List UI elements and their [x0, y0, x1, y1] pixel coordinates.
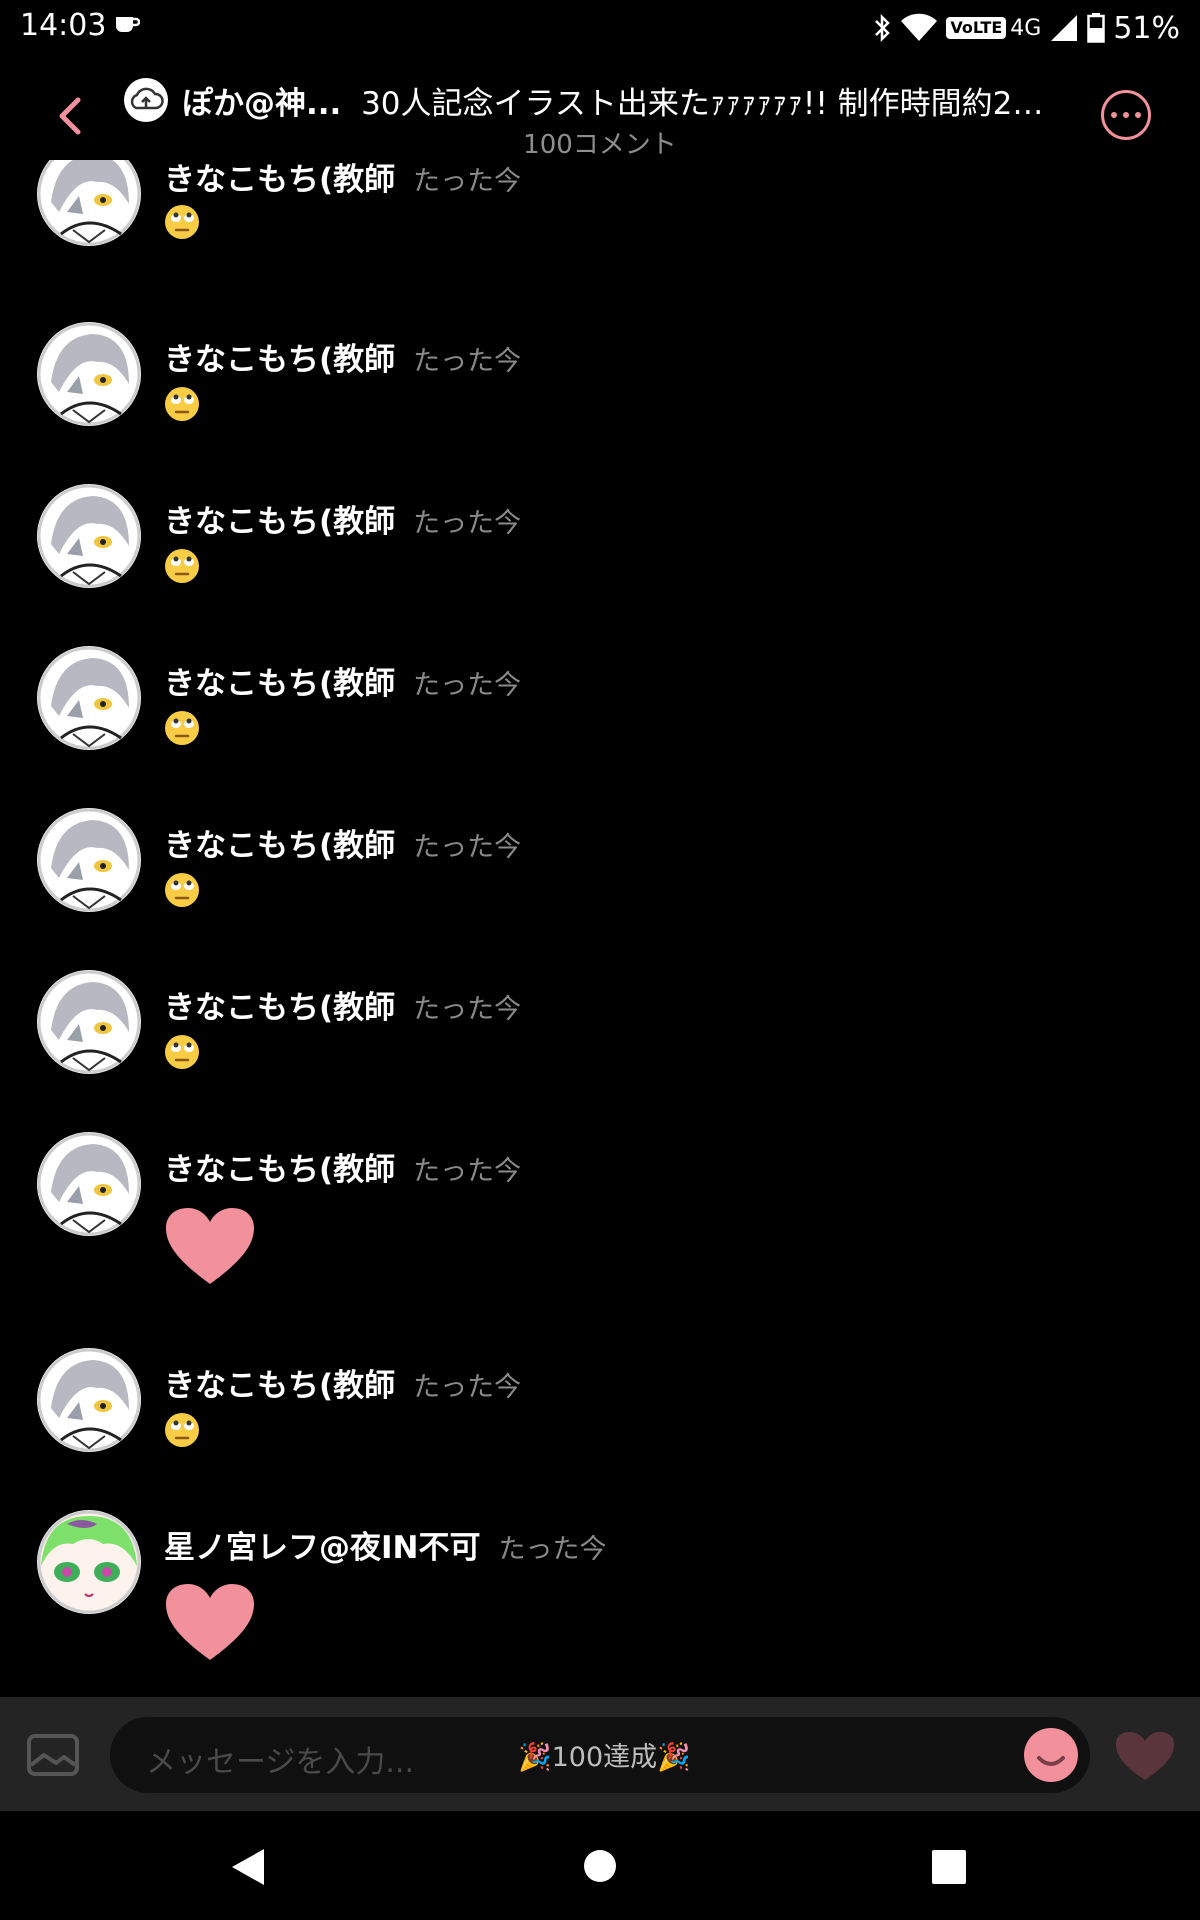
- message-author[interactable]: きなこもち(教師 たった今: [164, 334, 521, 379]
- status-bar: 14:03 VoLTE 4G 51%: [0, 0, 1200, 56]
- room-avatar[interactable]: [124, 78, 168, 122]
- home-circle-icon[interactable]: [584, 1850, 616, 1882]
- chat-header: ぽか@神... 30人記念イラスト出来たｧｧｧｧｧｧ!! 制作時間約2時... …: [0, 56, 1200, 160]
- system-nav-bar: [0, 1811, 1200, 1920]
- user-avatar[interactable]: [37, 1348, 141, 1452]
- message-author[interactable]: きなこもち(教師 たった今: [164, 496, 521, 541]
- gray-hair-avatar-image: [37, 808, 141, 912]
- recents-square-icon[interactable]: [932, 1850, 966, 1884]
- more-options-icon[interactable]: [1101, 90, 1151, 140]
- green-hair-avatar-image: [37, 1510, 141, 1614]
- eye-roll-emoji: [165, 387, 199, 421]
- battery-percent: 51%: [1113, 10, 1180, 46]
- message-author[interactable]: きなこもち(教師 たった今: [164, 1144, 521, 1189]
- gray-hair-avatar-image: [37, 646, 141, 750]
- message-time: たった今: [413, 508, 522, 539]
- cloud-icon: [130, 87, 164, 110]
- gray-hair-avatar-image: [37, 484, 141, 588]
- heart-sticker: [166, 1584, 254, 1660]
- message-author[interactable]: きなこもち(教師 たった今: [164, 160, 521, 199]
- eye-roll-emoji: [165, 1035, 199, 1069]
- message-author[interactable]: きなこもち(教師 たった今: [164, 1360, 521, 1405]
- eye-roll-emoji: [165, 873, 199, 907]
- status-time: 14:03: [20, 8, 107, 43]
- message-author[interactable]: きなこもち(教師 たった今: [164, 982, 521, 1027]
- user-avatar[interactable]: [37, 484, 141, 588]
- eye-roll-emoji: [165, 549, 199, 583]
- battery-icon: [1087, 13, 1106, 43]
- user-avatar[interactable]: [37, 970, 141, 1074]
- message-time: たった今: [413, 670, 522, 701]
- message-list[interactable]: きなこもち(教師 たった今 きなこもち(教師 たった今 きなこもち(教師 たった…: [0, 160, 1200, 1695]
- eye-roll-emoji: [165, 711, 199, 745]
- signal-icon: [1051, 15, 1078, 41]
- user-avatar[interactable]: [37, 1132, 141, 1236]
- group-name: ぽか@神...: [182, 86, 342, 122]
- message-author[interactable]: 星ノ宮レフ@夜IN不可 たった今: [164, 1522, 606, 1567]
- back-triangle-icon[interactable]: [228, 1847, 268, 1887]
- comment-count: 100コメント: [523, 130, 677, 160]
- heart-sticker: [166, 1208, 254, 1284]
- user-avatar[interactable]: [37, 322, 141, 426]
- user-avatar[interactable]: [37, 646, 141, 750]
- gray-hair-avatar-image: [37, 1348, 141, 1452]
- message-time: たった今: [498, 1534, 607, 1565]
- coffee-cup-icon: [116, 17, 140, 32]
- message-time: たった今: [413, 832, 522, 863]
- volte-badge: VoLTE: [946, 17, 1007, 39]
- input-placeholder: メッセージを入力...: [146, 1745, 415, 1780]
- network-type: 4G: [1010, 15, 1042, 41]
- gray-hair-avatar-image: [37, 1132, 141, 1236]
- chat-title[interactable]: ぽか@神... 30人記念イラスト出来たｧｧｧｧｧｧ!! 制作時間約2時...: [182, 78, 1062, 122]
- eye-roll-emoji: [165, 205, 199, 239]
- wifi-icon: [901, 13, 938, 42]
- user-avatar[interactable]: [37, 1510, 141, 1614]
- bluetooth-icon: [875, 13, 891, 43]
- emoji-face-icon[interactable]: [1024, 1728, 1078, 1782]
- message-time: たった今: [413, 1156, 522, 1187]
- message-time: たった今: [413, 994, 522, 1025]
- heart-icon[interactable]: [1114, 1730, 1176, 1782]
- eye-roll-emoji: [165, 1413, 199, 1447]
- user-avatar[interactable]: [37, 160, 141, 246]
- gray-hair-avatar-image: [37, 322, 141, 426]
- milestone-badge: 🎉100達成🎉: [518, 1742, 691, 1773]
- status-icons: VoLTE 4G 51%: [872, 8, 1180, 48]
- gray-hair-avatar-image: [37, 160, 141, 246]
- gray-hair-avatar-image: [37, 970, 141, 1074]
- message-input-bar: メッセージを入力... 🎉100達成🎉: [0, 1697, 1200, 1811]
- message-input[interactable]: メッセージを入力... 🎉100達成🎉: [110, 1717, 1090, 1793]
- message-time: たった今: [413, 1372, 522, 1403]
- message-author[interactable]: きなこもち(教師 たった今: [164, 658, 521, 703]
- message-time: たった今: [413, 166, 522, 197]
- post-title: 30人記念イラスト出来たｧｧｧｧｧｧ!! 制作時間約2時...: [361, 86, 1062, 122]
- image-icon[interactable]: [26, 1733, 80, 1777]
- message-author[interactable]: きなこもち(教師 たった今: [164, 820, 521, 865]
- user-avatar[interactable]: [37, 808, 141, 912]
- message-time: たった今: [413, 346, 522, 377]
